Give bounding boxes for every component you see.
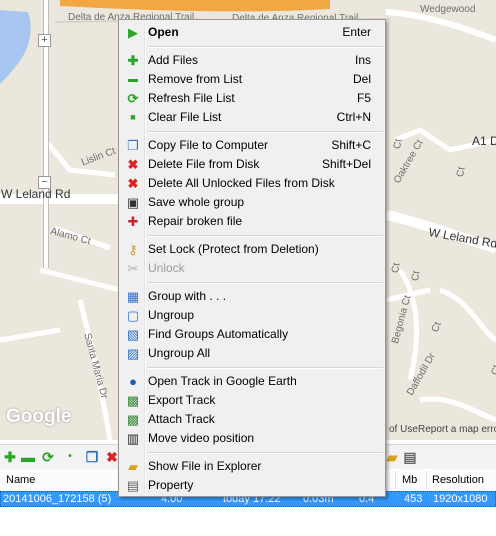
menu-item-delete-all-unlocked[interactable]: ✖ Delete All Unlocked Files from Disk: [121, 174, 383, 193]
film-icon: ▥: [126, 431, 140, 446]
menu-item-remove-from-list[interactable]: ▬ Remove from List Del: [121, 70, 383, 89]
menu-item-attach-track[interactable]: ▩ Attach Track: [121, 410, 383, 429]
menu-item-move-video-position[interactable]: ▥ Move video position: [121, 429, 383, 448]
folder-icon[interactable]: ▰: [384, 449, 400, 465]
column-divider[interactable]: [395, 471, 396, 489]
column-resolution[interactable]: Resolution: [432, 474, 484, 486]
green-minus-icon: ▬: [128, 74, 138, 85]
menu-item-save-whole-group[interactable]: ▣ Save whole group: [121, 193, 383, 212]
menu-item-find-groups[interactable]: ▧ Find Groups Automatically: [121, 325, 383, 344]
scissors-icon: ✂: [127, 261, 139, 276]
green-refresh-icon[interactable]: ⟳: [40, 449, 56, 465]
column-mb[interactable]: Mb: [402, 474, 417, 486]
menu-separator: [147, 282, 383, 284]
menu-separator: [147, 452, 383, 454]
zoom-in-button[interactable]: +: [38, 34, 51, 47]
folder-icon: ▰: [128, 459, 138, 474]
map-label-ct-d: Ct: [410, 270, 423, 282]
menu-item-repair-broken-file[interactable]: ✚ Repair broken file: [121, 212, 383, 231]
copy-pages-icon[interactable]: ❐: [84, 449, 100, 465]
menu-separator: [147, 46, 383, 48]
menu-item-group-with[interactable]: ▦ Group with . . .: [121, 287, 383, 306]
context-menu: ▶ Open Enter ✚ Add Files Ins ▬ Remove fr…: [118, 19, 386, 497]
play-triangle-icon: ▶: [128, 25, 138, 40]
column-name[interactable]: Name: [6, 474, 35, 486]
map-label-a1: A1 Do: [472, 134, 496, 148]
ungroup-all-icon: ▨: [126, 346, 140, 361]
find-groups-icon: ▧: [126, 327, 140, 342]
map-label-ct-a: Ct: [390, 262, 403, 274]
menu-item-copy-file-to-computer[interactable]: ❐ Copy File to Computer Shift+C: [121, 136, 383, 155]
map-label-w-leland-left: W Leland Rd: [1, 187, 71, 201]
menu-item-export-track[interactable]: ▩ Export Track: [121, 391, 383, 410]
green-refresh-icon: ⟳: [127, 91, 139, 106]
menu-item-clear-file-list[interactable]: ■ Clear File List Ctrl+N: [121, 108, 383, 127]
map-label-ct-c: Ct: [455, 166, 468, 178]
copy-pages-icon: ❐: [127, 138, 139, 153]
green-plus-icon[interactable]: ✚: [2, 449, 18, 465]
menu-item-delete-file-from-disk[interactable]: ✖ Delete File from Disk Shift+Del: [121, 155, 383, 174]
red-x-icon: ✖: [127, 157, 139, 172]
small-dot-icon[interactable]: •: [62, 449, 78, 465]
row-resolution: 1920x1080: [433, 493, 488, 505]
ungroup-icon: ▢: [126, 308, 140, 323]
document-icon[interactable]: ▤: [402, 449, 418, 465]
menu-item-open-track-google-earth[interactable]: ● Open Track in Google Earth: [121, 372, 383, 391]
key-icon: ⚷: [128, 242, 138, 257]
globe-icon: ●: [129, 374, 137, 389]
floppy-disk-icon: ▣: [126, 195, 140, 210]
map-label-ct-f: Ct: [490, 364, 496, 376]
menu-item-set-lock[interactable]: ⚷ Set Lock (Protect from Deletion): [121, 240, 383, 259]
group-add-icon: ▦: [126, 289, 140, 304]
map-terms-link[interactable]: of Use: [389, 424, 418, 435]
green-plus-icon: ✚: [127, 53, 139, 68]
document-icon: ▤: [126, 478, 140, 493]
google-logo: Google: [6, 406, 72, 427]
menu-separator: [147, 131, 383, 133]
menu-item-ungroup-all[interactable]: ▨ Ungroup All: [121, 344, 383, 363]
row-mb: 453: [404, 493, 423, 505]
map-label-wedgewood: Wedgewood: [420, 4, 476, 15]
red-x-icon: ✖: [127, 176, 139, 191]
map-report-link[interactable]: Report a map erro: [418, 424, 496, 435]
green-minus-icon[interactable]: ▬: [20, 449, 36, 465]
menu-item-add-files[interactable]: ✚ Add Files Ins: [121, 51, 383, 70]
menu-item-ungroup[interactable]: ▢ Ungroup: [121, 306, 383, 325]
menu-separator: [147, 235, 383, 237]
menu-separator: [147, 367, 383, 369]
menu-item-open[interactable]: ▶ Open Enter: [121, 23, 383, 42]
map-label-ct-b: Ct: [392, 138, 405, 150]
menu-item-refresh-file-list[interactable]: ⟳ Refresh File List F5: [121, 89, 383, 108]
menu-item-unlock[interactable]: ✂ Unlock: [121, 259, 383, 278]
column-divider[interactable]: [426, 471, 427, 489]
picture-icon: ▩: [126, 393, 140, 408]
row-name: 20141006_172158 (5): [3, 493, 112, 505]
picture-icon: ▩: [126, 412, 140, 427]
small-dot-icon: ■: [130, 112, 136, 122]
menu-item-show-file-in-explorer[interactable]: ▰ Show File in Explorer: [121, 457, 383, 476]
menu-item-property[interactable]: ▤ Property: [121, 476, 383, 495]
first-aid-kit-icon: ✚: [127, 214, 139, 229]
